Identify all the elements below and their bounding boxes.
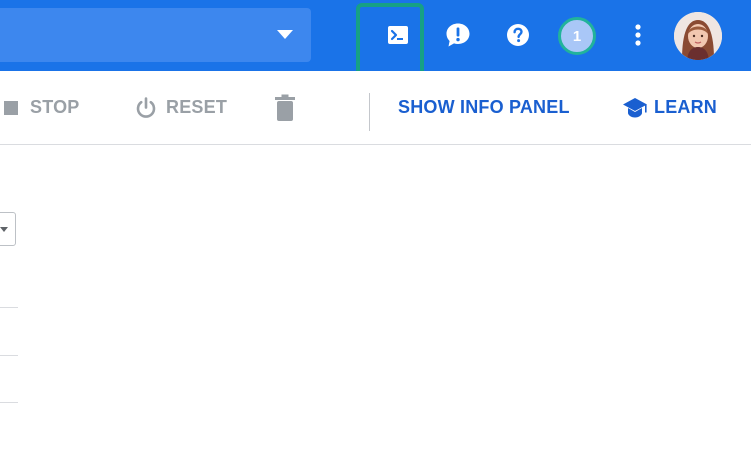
filter-dropdown[interactable] (0, 212, 16, 246)
action-toolbar: STOP RESET SHOW INFO PANEL LEARN (0, 71, 751, 145)
top-app-bar: 1 (0, 0, 751, 71)
feedback-button[interactable] (438, 15, 478, 55)
stop-label: STOP (30, 97, 80, 117)
learn-label: LEARN (654, 97, 717, 117)
project-selector[interactable] (0, 8, 311, 62)
cloud-shell-icon (388, 26, 408, 44)
school-icon (623, 97, 647, 117)
table-row-divider (0, 402, 18, 403)
show-info-panel-button[interactable]: SHOW INFO PANEL (398, 71, 570, 144)
show-info-panel-label: SHOW INFO PANEL (398, 97, 570, 117)
toolbar-divider (369, 93, 370, 131)
more-vert-icon (635, 24, 641, 46)
feedback-icon (446, 23, 470, 47)
activate-cloud-shell-button[interactable] (378, 15, 418, 55)
notifications-badge[interactable]: 1 (558, 17, 596, 55)
help-button[interactable] (498, 15, 538, 55)
learn-button[interactable]: LEARN (622, 71, 717, 144)
chevron-down-icon (0, 227, 8, 232)
more-options-button[interactable] (618, 15, 658, 55)
help-icon (507, 24, 529, 46)
main-content (0, 145, 751, 454)
trash-icon (275, 94, 295, 121)
stop-button[interactable]: STOP (4, 71, 79, 144)
account-avatar[interactable] (674, 12, 722, 60)
table-row-divider (0, 307, 18, 308)
reset-button[interactable]: RESET (134, 71, 227, 144)
reset-label: RESET (166, 97, 228, 117)
avatar-image (674, 12, 722, 60)
stop-icon (4, 100, 18, 115)
chevron-down-icon[interactable] (277, 30, 293, 39)
power-icon (136, 96, 156, 118)
table-row-divider (0, 355, 18, 356)
delete-button[interactable] (273, 71, 297, 144)
